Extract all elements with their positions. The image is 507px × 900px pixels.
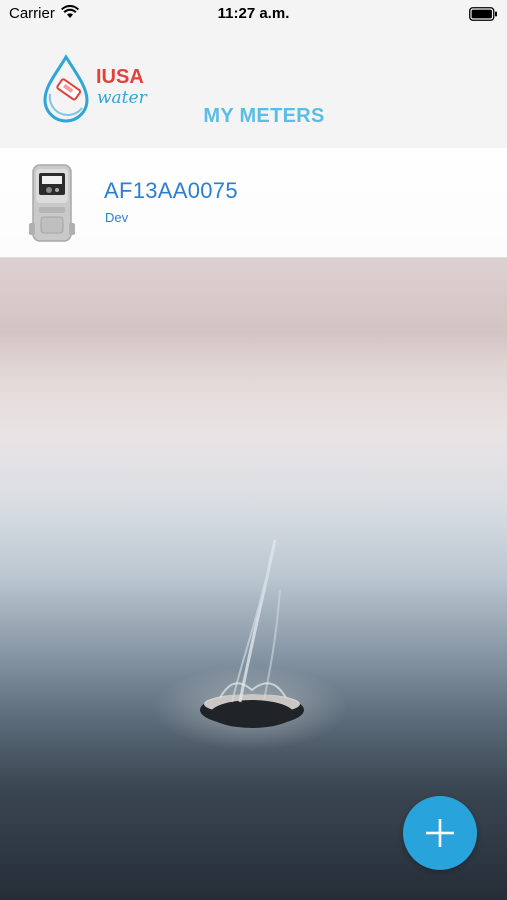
status-bar: Carrier 11:27 a.m.	[0, 0, 507, 28]
logo-brand-text: IUSA	[96, 66, 144, 88]
add-meter-button[interactable]	[403, 796, 477, 870]
meter-list-item[interactable]: AF13AA0075 Dev	[0, 148, 507, 258]
iusa-water-logo: IUSA water	[42, 54, 152, 124]
plus-icon	[426, 819, 454, 847]
water-drop-logo-icon	[43, 54, 89, 123]
battery-icon	[469, 7, 497, 21]
page-title: MY METERS	[203, 105, 325, 127]
status-time: 11:27 a.m.	[217, 5, 290, 22]
app-header: IUSA water MY METERS	[0, 28, 507, 148]
background-fog	[0, 260, 507, 440]
meter-environment: Dev	[105, 210, 129, 225]
water-splash-image	[200, 539, 304, 728]
water-meter-icon	[29, 164, 75, 242]
meter-id: AF13AA0075	[104, 178, 238, 203]
meter-list: AF13AA0075 Dev	[0, 148, 507, 258]
logo-sub-text: water	[97, 88, 147, 108]
